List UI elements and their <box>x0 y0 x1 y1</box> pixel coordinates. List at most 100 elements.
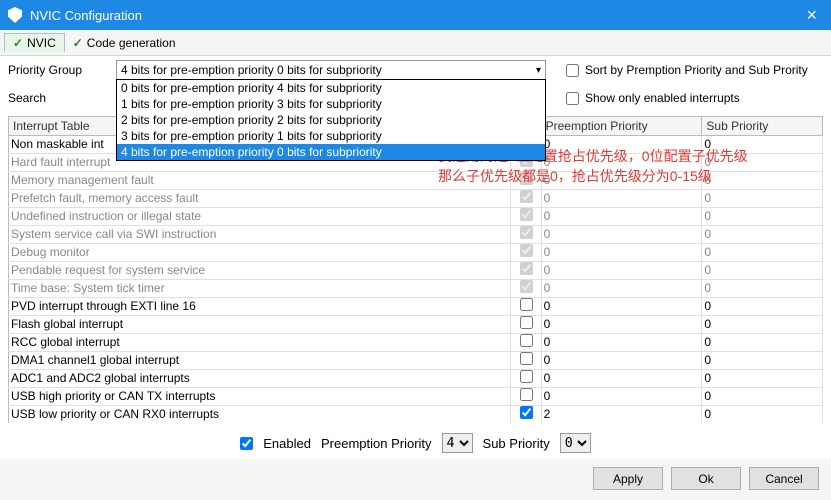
th-pp[interactable]: Preemption Priority <box>541 117 702 136</box>
th-sp[interactable]: Sub Priority <box>702 117 823 136</box>
cell-pp: 0 <box>541 280 702 298</box>
cell-enabled <box>511 226 541 244</box>
cell-enabled <box>511 370 541 388</box>
show-enabled-checkbox[interactable] <box>566 92 579 105</box>
sort-label: Sort by Premption Priority and Sub Prori… <box>585 63 808 77</box>
footer-controls: Enabled Preemption Priority 4 Sub Priori… <box>0 427 831 459</box>
tab-codegen[interactable]: ✓ Code generation <box>65 34 184 52</box>
row-enable-checkbox[interactable] <box>520 370 533 383</box>
row-enable-checkbox[interactable] <box>520 244 533 257</box>
row-enable-checkbox[interactable] <box>520 298 533 311</box>
cell-name: Time base: System tick timer <box>9 280 511 298</box>
show-enabled-label-wrap[interactable]: Show only enabled interrupts <box>566 91 740 105</box>
table-row[interactable]: Pendable request for system service00 <box>9 262 823 280</box>
pp-label: Preemption Priority <box>321 436 432 451</box>
table-row[interactable]: Flash global interrupt00 <box>9 316 823 334</box>
priority-group-row: Priority Group 4 bits for pre-emption pr… <box>0 56 831 84</box>
table-row[interactable]: PVD interrupt through EXTI line 1600 <box>9 298 823 316</box>
row-enable-checkbox[interactable] <box>520 388 533 401</box>
note-line2: 那么子优先级都是0，抢占优先级分为0-15级 <box>438 166 748 186</box>
window-title: NVIC Configuration <box>30 8 142 23</box>
tab-nvic[interactable]: ✓ NVIC <box>4 33 65 52</box>
cell-sp: 0 <box>702 406 823 424</box>
shield-icon <box>8 7 22 23</box>
priority-option[interactable]: 2 bits for pre-emption priority 2 bits f… <box>117 112 545 128</box>
priority-option[interactable]: 1 bits for pre-emption priority 3 bits f… <box>117 96 545 112</box>
apply-button[interactable]: Apply <box>593 467 663 490</box>
cell-name: ADC1 and ADC2 global interrupts <box>9 370 511 388</box>
cell-enabled <box>511 352 541 370</box>
cell-enabled <box>511 244 541 262</box>
ok-button[interactable]: Ok <box>671 467 741 490</box>
cell-sp: 0 <box>702 190 823 208</box>
sort-checkbox[interactable] <box>566 64 579 77</box>
cell-pp: 0 <box>541 316 702 334</box>
table-wrap: Interrupt Table Preemption Priority Sub … <box>8 116 823 423</box>
sort-checkbox-label[interactable]: Sort by Premption Priority and Sub Prori… <box>566 63 808 77</box>
cell-enabled <box>511 280 541 298</box>
table-row[interactable]: Prefetch fault, memory access fault 00 <box>9 190 823 208</box>
cell-pp: 0 <box>541 370 702 388</box>
row-enable-checkbox[interactable] <box>520 334 533 347</box>
priority-group-select[interactable]: 4 bits for pre-emption priority 0 bits f… <box>116 60 546 80</box>
cell-pp: 0 <box>541 334 702 352</box>
table-row[interactable]: USB low priority or CAN RX0 interrupts 20 <box>9 406 823 424</box>
table-row[interactable]: ADC1 and ADC2 global interrupts 00 <box>9 370 823 388</box>
cell-pp: 0 <box>541 226 702 244</box>
cell-pp: 0 <box>541 352 702 370</box>
row-enable-checkbox[interactable] <box>520 406 533 419</box>
pp-select[interactable]: 4 <box>442 433 473 453</box>
cell-sp: 0 <box>702 226 823 244</box>
cell-name: System service call via SWI instruction <box>9 226 511 244</box>
priority-option[interactable]: 3 bits for pre-emption priority 1 bits f… <box>117 128 545 144</box>
cell-pp: 2 <box>541 406 702 424</box>
priority-option[interactable]: 0 bits for pre-emption priority 4 bits f… <box>117 80 545 96</box>
row-enable-checkbox[interactable] <box>520 208 533 221</box>
tab-label: NVIC <box>27 36 56 50</box>
table-row[interactable]: System service call via SWI instruction 0… <box>9 226 823 244</box>
check-icon: ✓ <box>73 36 83 50</box>
sp-label: Sub Priority <box>483 436 550 451</box>
titlebar: NVIC Configuration × <box>0 0 831 30</box>
priority-option[interactable]: 4 bits for pre-emption priority 0 bits f… <box>117 144 545 160</box>
cell-sp: 0 <box>702 244 823 262</box>
close-icon[interactable]: × <box>800 5 823 26</box>
cell-pp: 0 <box>541 190 702 208</box>
sp-select[interactable]: 0 <box>560 433 591 453</box>
table-row[interactable]: RCC global interrupt00 <box>9 334 823 352</box>
cell-name: DMA1 channel1 global interrupt <box>9 352 511 370</box>
button-bar: Apply Ok Cancel <box>0 459 831 500</box>
chevron-down-icon: ▾ <box>536 65 541 76</box>
cell-enabled <box>511 388 541 406</box>
cell-enabled <box>511 406 541 424</box>
row-enable-checkbox[interactable] <box>520 316 533 329</box>
cell-enabled <box>511 334 541 352</box>
table-row[interactable]: USB high priority or CAN TX interrupts00 <box>9 388 823 406</box>
cell-name: USB low priority or CAN RX0 interrupts <box>9 406 511 424</box>
cell-sp: 0 <box>702 262 823 280</box>
priority-group-label: Priority Group <box>8 63 108 77</box>
cell-sp: 0 <box>702 370 823 388</box>
cell-name: Prefetch fault, memory access fault <box>9 190 511 208</box>
cell-sp: 0 <box>702 352 823 370</box>
cell-enabled <box>511 298 541 316</box>
table-row[interactable]: Time base: System tick timer00 <box>9 280 823 298</box>
table-row[interactable]: DMA1 channel1 global interrupt 00 <box>9 352 823 370</box>
table-row[interactable]: Debug monitor00 <box>9 244 823 262</box>
show-enabled-label: Show only enabled interrupts <box>585 91 740 105</box>
priority-group-value: 4 bits for pre-emption priority 0 bits f… <box>121 63 382 77</box>
tabs: ✓ NVIC ✓ Code generation <box>0 30 831 56</box>
row-enable-checkbox[interactable] <box>520 226 533 239</box>
right-options-2: Show only enabled interrupts <box>566 91 740 105</box>
cancel-button[interactable]: Cancel <box>749 467 819 490</box>
enabled-checkbox[interactable] <box>240 437 253 450</box>
cell-name: Undefined instruction or illegal state <box>9 208 511 226</box>
row-enable-checkbox[interactable] <box>520 352 533 365</box>
row-enable-checkbox[interactable] <box>520 280 533 293</box>
enabled-label: Enabled <box>263 436 311 451</box>
row-enable-checkbox[interactable] <box>520 262 533 275</box>
table-row[interactable]: Undefined instruction or illegal state00 <box>9 208 823 226</box>
row-enable-checkbox[interactable] <box>520 190 533 203</box>
cell-pp: 0 <box>541 262 702 280</box>
cell-pp: 0 <box>541 298 702 316</box>
